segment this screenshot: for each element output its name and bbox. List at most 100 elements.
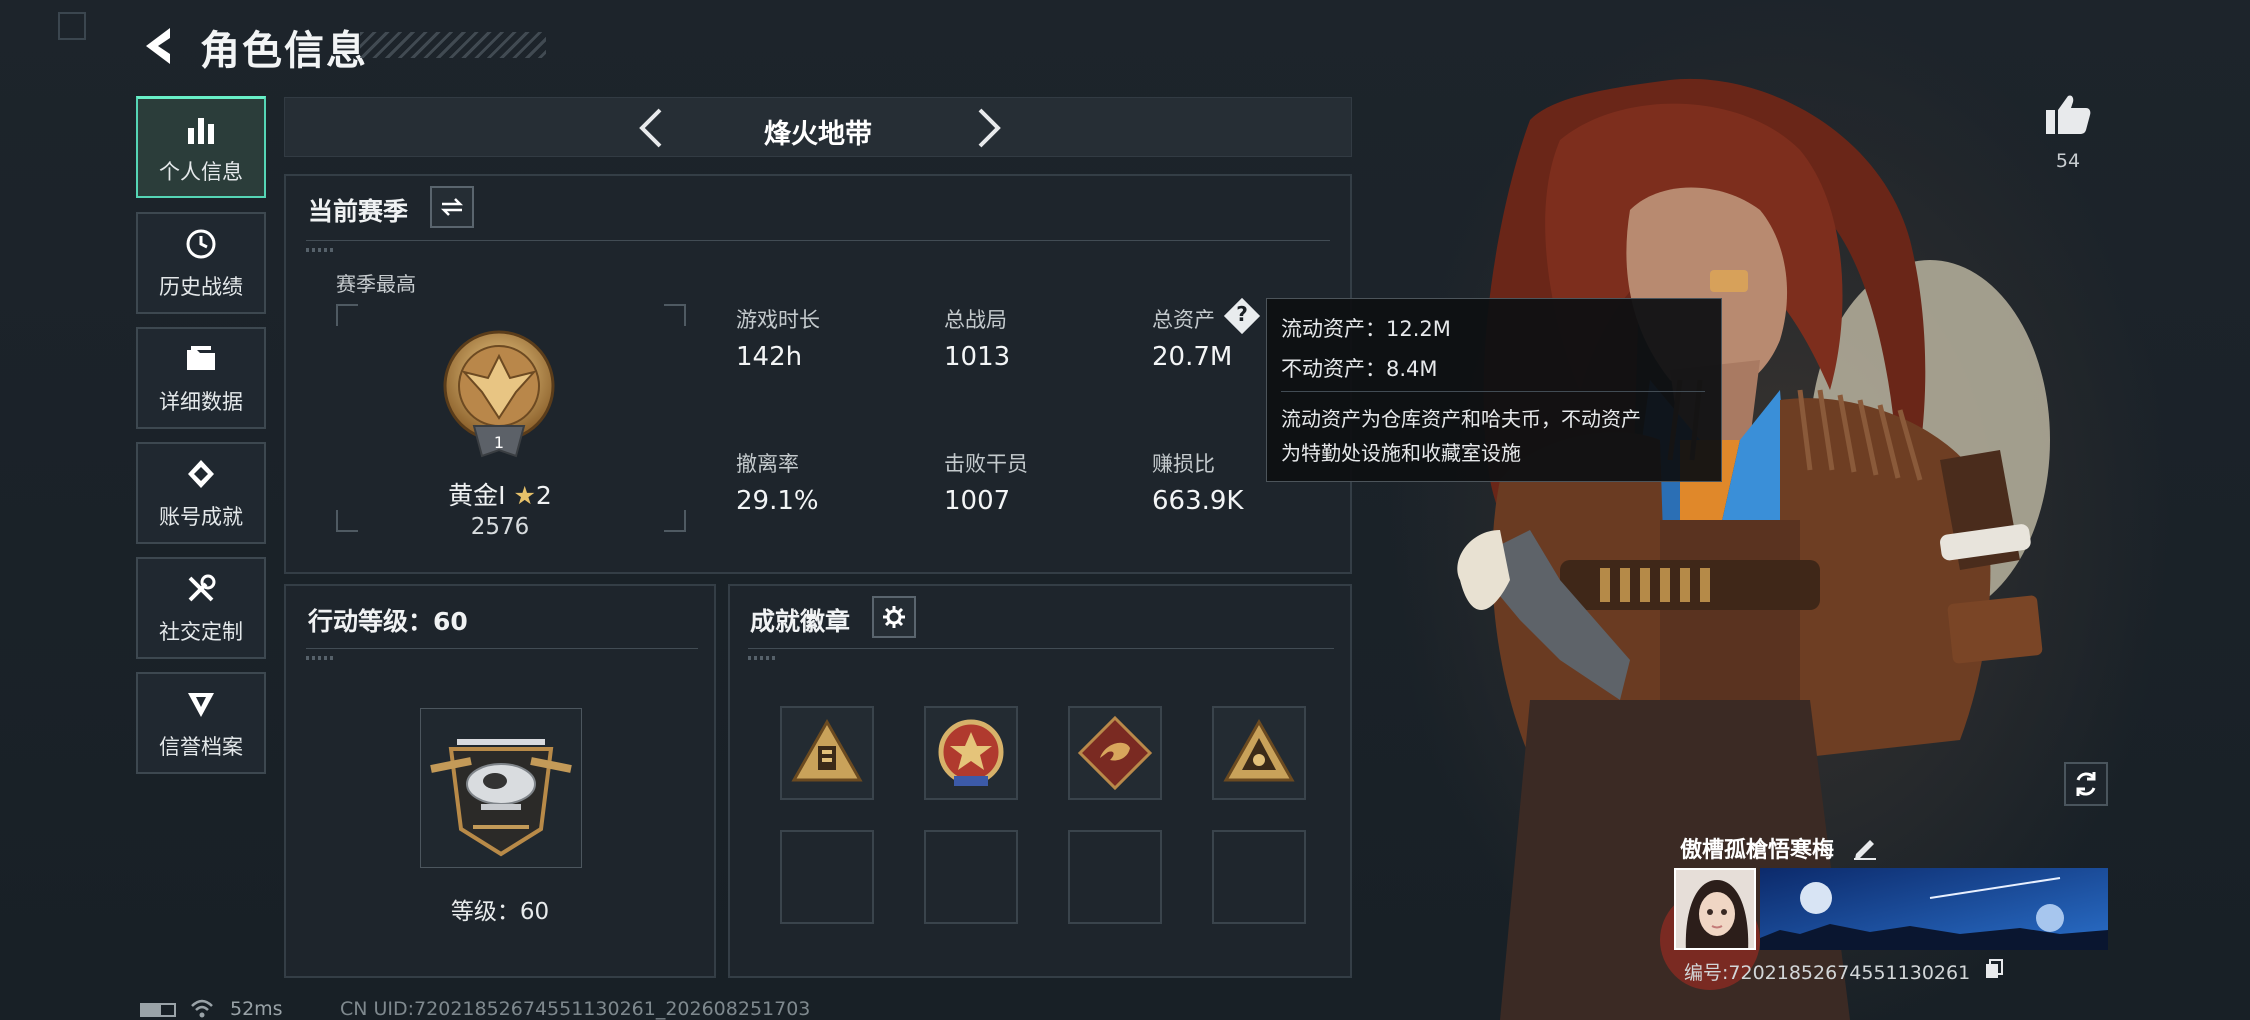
stat-label-total-assets: 总资产 xyxy=(1152,308,1215,332)
edit-nickname-button[interactable] xyxy=(1852,834,1880,862)
stat-value-total-matches: 1013 xyxy=(944,342,1011,372)
sidebar-item-history[interactable]: 历史战绩 xyxy=(136,212,266,314)
chevron-right-icon xyxy=(978,108,1001,148)
credit-shield-icon xyxy=(182,685,220,723)
like-count: 54 xyxy=(2055,150,2081,172)
history-clock-icon xyxy=(182,225,220,263)
like-button[interactable] xyxy=(2044,92,2092,136)
gear-icon xyxy=(883,606,905,628)
star-icon: ★ xyxy=(513,481,536,510)
gold-rank-emblem: 1 xyxy=(434,326,564,466)
frame-corner xyxy=(336,510,358,532)
copy-uid-button[interactable] xyxy=(1984,958,2004,980)
achievement-badges-title: 成就徽章 xyxy=(750,607,851,636)
sidebar-item-credit-record[interactable]: 信誉档案 xyxy=(136,672,266,774)
stat-label-total-matches: 总战局 xyxy=(944,308,1007,332)
rank-stars: 2 xyxy=(535,481,552,510)
stat-label-playtime: 游戏时长 xyxy=(736,308,820,332)
season-panel: 当前赛季 赛季最高 1 黄金I ★2 2576 游戏时长 142h 总战局 10… xyxy=(284,174,1352,574)
sidebar-item-personal-info[interactable]: 个人信息 xyxy=(136,96,266,198)
mode-name: 烽火地带 xyxy=(764,119,872,150)
sidebar-item-label: 信誉档案 xyxy=(159,735,243,759)
stat-value-kills: 1007 xyxy=(944,486,1011,516)
sidebar-item-label: 账号成就 xyxy=(159,505,243,529)
folder-icon xyxy=(182,340,220,378)
sidebar-item-social-custom[interactable]: 社交定制 xyxy=(136,557,266,659)
frame-corner xyxy=(664,510,686,532)
mode-next-button[interactable] xyxy=(965,104,1015,152)
sidebar-item-achievements[interactable]: 账号成就 xyxy=(136,442,266,544)
stat-value-extract-rate: 29.1% xyxy=(736,486,819,516)
title-decoration xyxy=(360,32,546,58)
badge-slot-3[interactable] xyxy=(1068,706,1162,800)
tooltip-fixed-assets: 不动资产：8.4M xyxy=(1281,357,1438,381)
decoration-dots xyxy=(306,248,336,252)
badge-slot-4[interactable] xyxy=(1212,706,1306,800)
sidebar-item-label: 历史战绩 xyxy=(159,275,243,299)
avatar-portrait xyxy=(1676,870,1754,948)
badge-slot-empty[interactable] xyxy=(1212,830,1306,924)
rank-name-row: 黄金I ★2 xyxy=(440,476,560,512)
stat-label-kills: 击败干员 xyxy=(944,452,1028,476)
tooltip-description-2: 为特勤处设施和收藏室设施 xyxy=(1281,441,1521,465)
helicopter-level-emblem xyxy=(430,739,572,857)
profile-banner xyxy=(1760,868,2108,950)
thumbs-up-icon xyxy=(2046,95,2091,134)
assets-help-button[interactable] xyxy=(1223,297,1261,335)
season-switch-button[interactable] xyxy=(430,186,474,228)
frame-corner xyxy=(664,304,686,326)
corner-mark xyxy=(58,12,86,40)
badge-settings-button[interactable] xyxy=(872,596,916,638)
rank-name: 黄金I xyxy=(448,481,506,510)
level-emblem-frame xyxy=(420,708,582,868)
stat-value-playtime: 142h xyxy=(736,342,803,372)
tools-icon xyxy=(182,570,220,608)
frame-corner xyxy=(336,304,358,326)
night-sky-banner xyxy=(1760,868,2108,950)
rotate-model-button[interactable] xyxy=(2064,762,2108,806)
star-shield-badge-icon xyxy=(938,719,1004,786)
sidebar-item-label: 详细数据 xyxy=(159,390,243,414)
page-title: 角色信息 xyxy=(200,28,368,74)
tooltip-liquid-assets: 流动资产：12.2M xyxy=(1281,317,1451,341)
divider xyxy=(1281,391,1705,392)
divider xyxy=(748,648,1334,649)
divider xyxy=(306,648,698,649)
sidebar-item-label: 个人信息 xyxy=(159,159,243,184)
avatar[interactable] xyxy=(1674,868,1756,950)
ping-value: 52ms xyxy=(230,998,283,1020)
decoration-dots xyxy=(306,656,336,660)
sidebar-item-label: 社交定制 xyxy=(159,620,243,644)
back-arrow-icon xyxy=(146,28,170,64)
sidebar-item-detailed-data[interactable]: 详细数据 xyxy=(136,327,266,429)
season-best-label: 赛季最高 xyxy=(336,272,416,296)
action-level-panel: 行动等级：60 等级：60 xyxy=(284,584,716,978)
badge-slot-empty[interactable] xyxy=(780,830,874,924)
badge-slot-empty[interactable] xyxy=(924,830,1018,924)
stat-label-extract-rate: 撤离率 xyxy=(736,452,799,476)
mode-switch-bar: 烽火地带 xyxy=(284,97,1352,157)
pencil-icon xyxy=(1854,840,1876,860)
swap-icon xyxy=(440,198,464,216)
badge-slot-2[interactable] xyxy=(924,706,1018,800)
dragon-diamond-badge-icon xyxy=(1077,715,1153,791)
badge-slot-1[interactable] xyxy=(780,706,874,800)
triangle-eye-badge-icon xyxy=(1223,718,1295,782)
bar-chart-icon xyxy=(182,110,220,148)
wifi-icon xyxy=(190,998,214,1018)
player-nickname: 傲槽孤槍悟寒梅 xyxy=(1680,838,1835,863)
rank-badge-number: 1 xyxy=(494,433,504,452)
divider xyxy=(306,240,1330,241)
tooltip-description-1: 流动资产为仓库资产和哈夫币，不动资产 xyxy=(1281,407,1641,431)
season-title: 当前赛季 xyxy=(308,197,409,226)
badge-slot-empty[interactable] xyxy=(1068,830,1162,924)
assets-tooltip: 流动资产：12.2M 不动资产：8.4M 流动资产为仓库资产和哈夫币，不动资产 … xyxy=(1266,298,1722,482)
rank-score: 2576 xyxy=(470,514,530,540)
copy-icon xyxy=(1986,959,2003,978)
action-level-title: 行动等级：60 xyxy=(308,607,468,636)
back-button[interactable] xyxy=(136,22,184,70)
level-text: 等级：60 xyxy=(450,899,550,925)
rotate-icon xyxy=(2076,772,2096,796)
battery-icon xyxy=(140,1003,176,1017)
decoration-dots xyxy=(748,656,778,660)
